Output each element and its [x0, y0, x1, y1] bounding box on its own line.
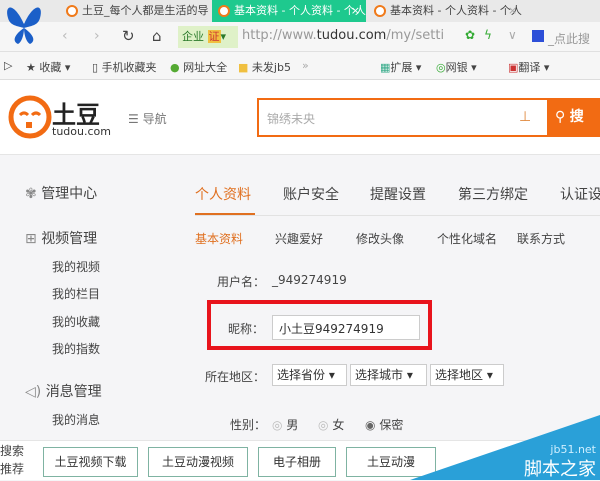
tab-basic-info-active[interactable]: 基本资料 - 个人资料 - 个人 ×: [212, 0, 366, 22]
back-icon[interactable]: ‹: [62, 28, 68, 44]
sidebar-item-my-columns[interactable]: 我的栏目: [52, 285, 100, 302]
tab-third-party-binding[interactable]: 第三方绑定: [458, 184, 528, 204]
bank-button[interactable]: ◎网银 ▾: [436, 59, 477, 75]
recommend-button-photo-album[interactable]: 电子相册: [258, 447, 336, 477]
speed-icon[interactable]: ϟ: [484, 28, 492, 42]
flower-icon: ✾: [25, 186, 37, 202]
site-header: 土豆 tudou.com ☰ 导航 锦绣未央 ⊥ ⚲ 搜: [0, 80, 600, 155]
reload-icon[interactable]: ↻: [122, 27, 135, 45]
bookmarks-bar: ▷ ★ 收藏 ▾ ▯ 手机收藏夹 ● 网址大全 ■ 未发jb5 » ▦扩展 ▾ …: [0, 52, 600, 80]
tudou-favicon: [374, 5, 386, 17]
subtab-interests[interactable]: 兴趣爱好: [275, 230, 323, 247]
home-icon[interactable]: ⌂: [152, 27, 162, 45]
region-label: 所在地区：: [205, 370, 266, 384]
district-select[interactable]: 选择地区 ▾: [430, 364, 504, 386]
gender-radio-female[interactable]: ◎ 女: [318, 416, 344, 433]
translate-button[interactable]: ▣翻译 ▾: [508, 59, 549, 75]
tudou-favicon: [218, 5, 230, 17]
gender-label: 性别：: [230, 418, 267, 432]
username-value: _949274919: [272, 273, 347, 287]
username-label: 用户名：: [217, 275, 266, 289]
tab-tudou-home[interactable]: 土豆_每个人都是生活的导演×: [60, 0, 210, 39]
bookmark-sites[interactable]: ● 网址大全: [170, 59, 227, 75]
sidebar-item-my-videos[interactable]: 我的视频: [52, 258, 100, 275]
tabs-divider: [195, 215, 600, 216]
recommend-button-anime-video[interactable]: 土豆动漫视频: [148, 447, 248, 477]
more-bookmarks[interactable]: »: [302, 59, 309, 72]
browser-search-input[interactable]: _点此搜: [548, 30, 590, 47]
close-tab-icon[interactable]: ×: [508, 0, 594, 22]
video-icon: ⊞: [25, 231, 37, 247]
enterprise-cert-badge[interactable]: 企业 证▾: [178, 26, 238, 48]
bookmark-mobile[interactable]: ▯ 手机收藏夹: [92, 59, 157, 75]
bookmark-folder[interactable]: ■ 未发jb5: [238, 59, 291, 75]
subtab-change-avatar[interactable]: 修改头像: [356, 230, 404, 247]
sidebar-item-my-messages[interactable]: 我的消息: [52, 411, 100, 428]
butterfly-logo-icon: [4, 2, 44, 46]
tab-reminder-settings[interactable]: 提醒设置: [370, 184, 426, 204]
watermark: jb51.net 脚本之家: [410, 415, 600, 480]
gender-radio-secret[interactable]: ◉ 保密: [365, 416, 403, 433]
sidebar-item-management-center[interactable]: ✾ 管理中心: [25, 183, 97, 203]
province-select[interactable]: 选择省份 ▾: [272, 364, 347, 386]
tudou-favicon: [66, 5, 78, 17]
sidebar-toggle-icon[interactable]: ▷: [4, 59, 12, 72]
sidebar-item-my-favorites[interactable]: 我的收藏: [52, 313, 100, 330]
close-tab-icon[interactable]: ×: [351, 0, 360, 22]
nav-menu-button[interactable]: ☰ 导航: [128, 110, 167, 127]
site-search-button[interactable]: ⚲ 搜: [549, 98, 600, 137]
city-select[interactable]: 选择城市 ▾: [350, 364, 427, 386]
tab-basic-info[interactable]: 基本资料 - 个人资料 - 个人 ×: [368, 0, 600, 22]
nickname-input[interactable]: 小土豆949274919: [272, 315, 420, 340]
sidebar-item-message-management[interactable]: ◁) 消息管理: [25, 381, 102, 401]
security-icon[interactable]: ✿: [465, 28, 475, 42]
bookmark-favorites[interactable]: ★ 收藏 ▾: [26, 59, 70, 75]
extensions-button[interactable]: ▦扩展 ▾: [380, 59, 421, 75]
baidu-icon: [532, 30, 544, 42]
gender-radio-male[interactable]: ◎ 男: [272, 416, 298, 433]
url-input[interactable]: http://www.tudou.com/my/setti: [242, 28, 444, 43]
subtab-basic-info[interactable]: 基本资料: [195, 230, 243, 247]
search-icon: ⚲: [555, 109, 566, 125]
nickname-label: 昵称：: [228, 322, 265, 336]
tab-verification[interactable]: 认证设: [560, 184, 600, 204]
upload-icon[interactable]: ⊥: [519, 109, 531, 125]
forward-icon[interactable]: ›: [94, 28, 100, 44]
speaker-icon: ◁): [25, 384, 42, 400]
address-bar-row: ‹ › ↻ ⌂ 企业 证▾ http://www.tudou.com/my/se…: [0, 22, 600, 52]
tudou-logo[interactable]: 土豆 tudou.com: [8, 95, 111, 143]
subtab-contact[interactable]: 联系方式: [517, 230, 565, 247]
recommend-button-video-download[interactable]: 土豆视频下载: [43, 447, 138, 477]
sidebar-item-my-index[interactable]: 我的指数: [52, 340, 100, 357]
sidebar-item-video-management[interactable]: ⊞ 视频管理: [25, 228, 97, 248]
tab-account-security[interactable]: 账户安全: [283, 184, 339, 204]
dropdown-icon[interactable]: ∨: [508, 28, 517, 42]
tab-personal-info[interactable]: 个人资料: [195, 184, 251, 204]
browser-tab-bar: 土豆_每个人都是生活的导演× 基本资料 - 个人资料 - 个人× 基本资料 - …: [0, 0, 600, 44]
site-search-input[interactable]: 锦绣未央 ⊥: [257, 98, 549, 137]
subtab-custom-domain[interactable]: 个性化域名: [437, 230, 497, 247]
search-recommend-label: 搜索推荐: [0, 444, 25, 476]
